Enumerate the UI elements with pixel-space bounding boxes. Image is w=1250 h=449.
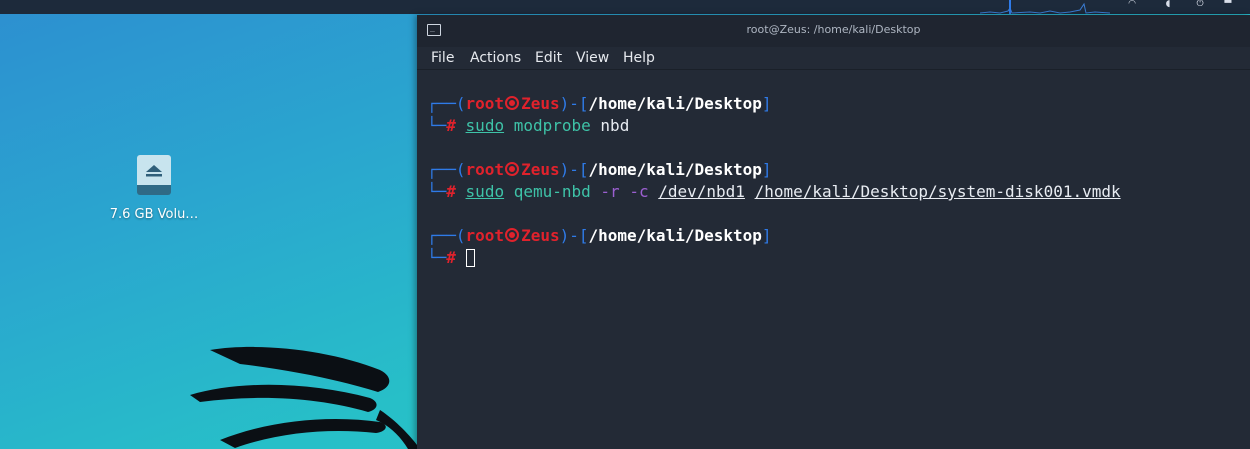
prompt-corner: └─ bbox=[427, 182, 447, 201]
menu-help[interactable]: Help bbox=[623, 50, 655, 66]
command-sudo: sudo bbox=[465, 116, 505, 135]
command-line: └─# sudo qemu-nbd -r -c /dev/nbd1 /home/… bbox=[427, 181, 1247, 203]
prompt-hash: # bbox=[446, 182, 456, 201]
command-flags: -r -c bbox=[600, 182, 649, 201]
terminal-window[interactable]: _ root@Zeus: /home/kali/Desktop File Act… bbox=[417, 15, 1250, 449]
prompt-mid: )-[ bbox=[559, 160, 589, 179]
prompt-line: ┌──(root Zeus)-[/home/kali/Desktop] bbox=[427, 159, 1247, 181]
prompt-host: Zeus bbox=[521, 94, 560, 113]
desktop-volume-icon[interactable]: 7.6 GB Volu… bbox=[104, 155, 204, 222]
eject-drive-icon bbox=[137, 155, 171, 195]
top-panel: ◠ ◖ ⏻ ▀ bbox=[0, 0, 1250, 14]
command-file-arg: /home/kali/Desktop/system-disk001.vmdk bbox=[754, 182, 1121, 201]
command-line: └─# bbox=[427, 247, 1247, 269]
window-title: root@Zeus: /home/kali/Desktop bbox=[746, 23, 921, 36]
prompt-close: ] bbox=[761, 226, 772, 245]
command-sudo: sudo bbox=[465, 182, 505, 201]
menu-file[interactable]: File bbox=[431, 50, 454, 66]
desktop: ◠ ◖ ⏻ ▀ 7.6 GB Volu… _ root@Zeus: /home/… bbox=[0, 0, 1250, 449]
prompt-host: Zeus bbox=[521, 160, 560, 179]
command-name: qemu-nbd bbox=[513, 182, 591, 201]
prompt-user: root bbox=[465, 226, 505, 245]
command-device-arg: /dev/nbd1 bbox=[658, 182, 745, 201]
prompt-mid: )-[ bbox=[559, 226, 589, 245]
title-bar[interactable]: _ root@Zeus: /home/kali/Desktop bbox=[417, 15, 1250, 47]
kali-skull-icon bbox=[505, 96, 520, 110]
terminal-output[interactable]: ┌──(root Zeus)-[/home/kali/Desktop] └─# s… bbox=[427, 93, 1247, 269]
power-icon[interactable]: ⏻ bbox=[1194, 0, 1206, 9]
prompt-corner: └─ bbox=[427, 116, 447, 135]
prompt-path: /home/kali/Desktop bbox=[588, 160, 762, 179]
prompt-corner: └─ bbox=[427, 248, 447, 267]
desktop-icon-label: 7.6 GB Volu… bbox=[109, 207, 199, 222]
cpu-graph-icon bbox=[980, 0, 1110, 14]
menu-actions[interactable]: Actions bbox=[470, 50, 521, 66]
menu-bar: File Actions Edit View Help bbox=[417, 47, 1250, 70]
kali-dragon-logo bbox=[190, 346, 420, 449]
prompt-host: Zeus bbox=[521, 226, 560, 245]
prompt-user: root bbox=[465, 160, 505, 179]
prompt-user: root bbox=[465, 94, 505, 113]
volume-icon[interactable]: ◖ bbox=[1162, 0, 1174, 9]
prompt-hash: # bbox=[446, 248, 456, 267]
kali-skull-icon bbox=[505, 228, 520, 242]
text-cursor[interactable] bbox=[465, 249, 475, 267]
prompt-open: ┌──( bbox=[427, 226, 466, 245]
menu-view[interactable]: View bbox=[576, 50, 609, 66]
lock-icon[interactable]: ▀ bbox=[1222, 0, 1234, 9]
prompt-path: /home/kali/Desktop bbox=[588, 94, 762, 113]
prompt-open: ┌──( bbox=[427, 94, 466, 113]
prompt-mid: )-[ bbox=[559, 94, 589, 113]
menu-edit[interactable]: Edit bbox=[535, 50, 562, 66]
prompt-line: ┌──(root Zeus)-[/home/kali/Desktop] bbox=[427, 225, 1247, 247]
command-line: └─# sudo modprobe nbd bbox=[427, 115, 1247, 137]
prompt-line: ┌──(root Zeus)-[/home/kali/Desktop] bbox=[427, 93, 1247, 115]
prompt-close: ] bbox=[761, 160, 772, 179]
prompt-close: ] bbox=[761, 94, 772, 113]
prompt-hash: # bbox=[446, 116, 456, 135]
prompt-open: ┌──( bbox=[427, 160, 466, 179]
command-name: modprobe bbox=[513, 116, 591, 135]
network-icon[interactable]: ◠ bbox=[1126, 0, 1138, 9]
command-arg: nbd bbox=[600, 116, 630, 135]
kali-skull-icon bbox=[505, 162, 520, 176]
prompt-path: /home/kali/Desktop bbox=[588, 226, 762, 245]
